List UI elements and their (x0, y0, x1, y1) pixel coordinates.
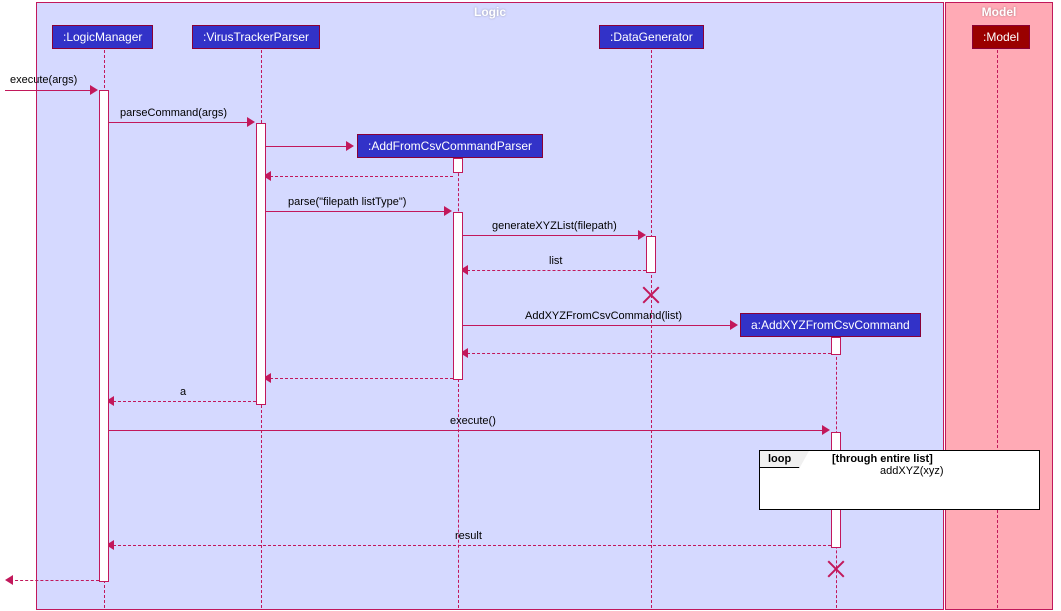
loop-fragment: loop [through entire list] (759, 450, 1040, 510)
msg-execute-args-label: execute(args) (10, 74, 77, 86)
msg-create-parser-line (266, 146, 351, 147)
msg-generate-list-label: generateXYZList(filepath) (492, 220, 617, 232)
loop-condition: [through entire list] (832, 453, 933, 465)
msg-parse-filepath-label: parse("filepath listType") (288, 196, 406, 208)
msg-parse-filepath-line (266, 211, 449, 212)
activation-add-from-csv-parser-1 (453, 158, 463, 173)
frame-model: Model (945, 2, 1053, 610)
msg-a-return-label: a (180, 386, 186, 398)
destroy-data-generator (642, 286, 660, 304)
msg-result-line (113, 545, 831, 546)
msg-addxyz-create-line (463, 325, 735, 326)
frame-logic-title: Logic (474, 5, 506, 19)
lifeline-model (997, 50, 998, 608)
participant-add-xyz-from-csv-command: a:AddXYZFromCsvCommand (740, 313, 921, 337)
participant-logic-manager: :LogicManager (52, 25, 153, 49)
participant-model: :Model (972, 25, 1030, 49)
msg-addxyz-label: addXYZ(xyz) (880, 465, 944, 477)
msg-final-return-line (10, 580, 99, 581)
msg-list-return-label: list (549, 255, 562, 267)
msg-parse-command-label: parseCommand(args) (120, 107, 227, 119)
activation-data-generator (646, 236, 656, 273)
msg-result-label: result (455, 530, 482, 542)
msg-list-return-line (467, 270, 646, 271)
msg-final-return-arrow (0, 575, 13, 585)
participant-data-generator: :DataGenerator (599, 25, 704, 49)
activation-add-from-csv-parser-2 (453, 212, 463, 380)
msg-create-parser-return-line (270, 176, 453, 177)
msg-addxyz-create-label: AddXYZFromCsvCommand(list) (525, 310, 682, 322)
msg-generate-list-line (463, 235, 643, 236)
activation-add-xyz-cmd-1 (831, 337, 841, 355)
destroy-add-xyz-command (827, 560, 845, 578)
msg-addxyz-create-return-line (467, 353, 831, 354)
msg-a-return-line (113, 401, 256, 402)
loop-label: loop (760, 451, 800, 468)
msg-execute-label: execute() (450, 415, 496, 427)
frame-logic: Logic (36, 2, 944, 610)
msg-execute-args-line (5, 90, 95, 91)
frame-model-title: Model (982, 5, 1017, 19)
msg-parser-return-line (270, 378, 453, 379)
activation-logic-manager (99, 90, 109, 582)
msg-parse-command-line (109, 122, 252, 123)
participant-add-from-csv-command-parser: :AddFromCsvCommandParser (357, 134, 543, 158)
participant-virus-tracker-parser: :VirusTrackerParser (192, 25, 320, 49)
lifeline-data-generator (651, 50, 652, 608)
activation-virus-tracker-parser (256, 123, 266, 405)
msg-execute-line (109, 430, 827, 431)
